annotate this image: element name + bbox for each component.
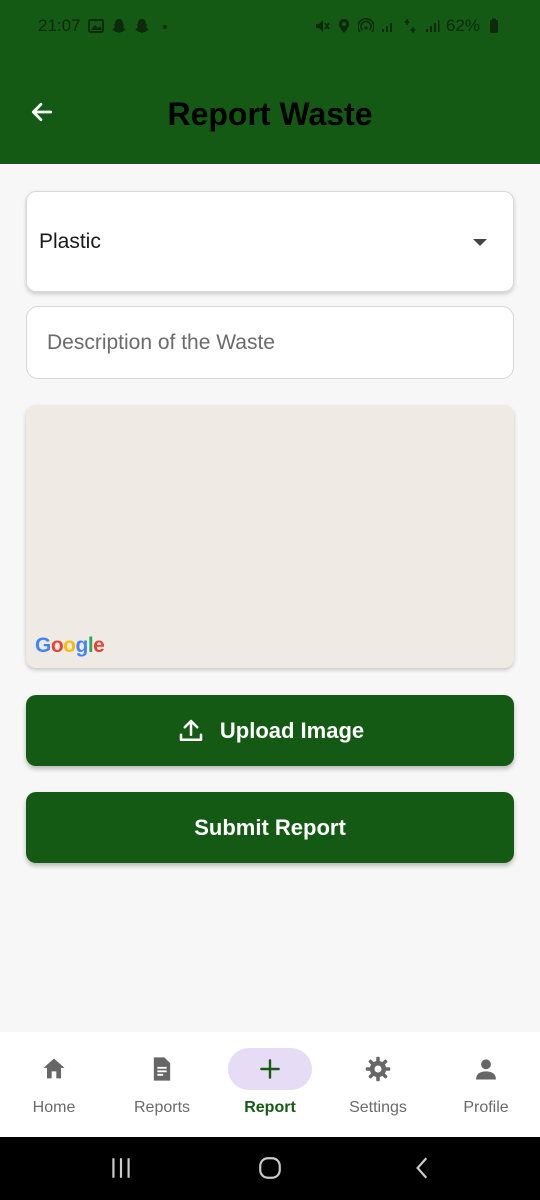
description-input[interactable] (26, 306, 514, 379)
document-icon (153, 1057, 171, 1081)
app-bar: Report Waste (0, 56, 540, 164)
submit-report-label: Submit Report (194, 814, 346, 840)
gallery-icon (87, 19, 104, 33)
status-bar: 21:07 62% (0, 0, 540, 56)
upload-image-label: Upload Image (219, 717, 365, 743)
battery-percent: 62% (445, 16, 480, 35)
nav-item-profile[interactable]: Profile (432, 1032, 540, 1137)
snapchat-icon (134, 19, 149, 33)
data-4g-icon (404, 18, 416, 34)
waste-type-dropdown[interactable]: Plastic (26, 191, 514, 292)
nav-label: Profile (463, 1099, 509, 1116)
active-nav-pill (228, 1048, 312, 1090)
nav-label: Report (244, 1099, 296, 1116)
dot-icon (162, 25, 167, 29)
dropdown-arrow-icon (473, 239, 487, 246)
recent-apps-icon[interactable] (108, 1155, 134, 1181)
nav-item-reports[interactable]: Reports (108, 1032, 216, 1137)
nav-item-settings[interactable]: Settings (324, 1032, 432, 1137)
mute-icon (315, 20, 330, 32)
nav-label: Reports (133, 1099, 191, 1116)
snapchat-icon (111, 19, 126, 33)
system-navigation-bar (0, 1137, 540, 1200)
battery-icon (490, 18, 498, 33)
gear-icon (365, 1056, 391, 1082)
nav-label: Settings (349, 1099, 407, 1116)
nav-item-home[interactable]: Home (0, 1032, 108, 1137)
map-view[interactable]: Google (26, 405, 514, 668)
signal-icon (381, 23, 392, 32)
hotspot-icon (357, 18, 374, 33)
page-title: Report Waste (167, 96, 373, 132)
person-icon (476, 1059, 496, 1080)
home-button-icon[interactable] (257, 1155, 283, 1181)
status-time: 21:07 (38, 16, 81, 35)
location-icon (338, 19, 349, 33)
signal-icon (425, 20, 440, 32)
home-icon (43, 1058, 65, 1079)
back-nav-icon[interactable] (410, 1155, 436, 1181)
google-logo: Google (35, 634, 105, 657)
upload-image-button[interactable]: Upload Image (26, 695, 514, 766)
upload-icon (179, 719, 203, 741)
waste-type-value: Plastic (39, 230, 101, 253)
nav-item-report[interactable]: Report (216, 1032, 324, 1137)
submit-report-button[interactable]: Submit Report (26, 792, 514, 863)
nav-label: Home (32, 1099, 76, 1116)
bottom-navigation: Home Reports Report Settings Profile (0, 1032, 540, 1137)
plus-icon (260, 1059, 280, 1079)
